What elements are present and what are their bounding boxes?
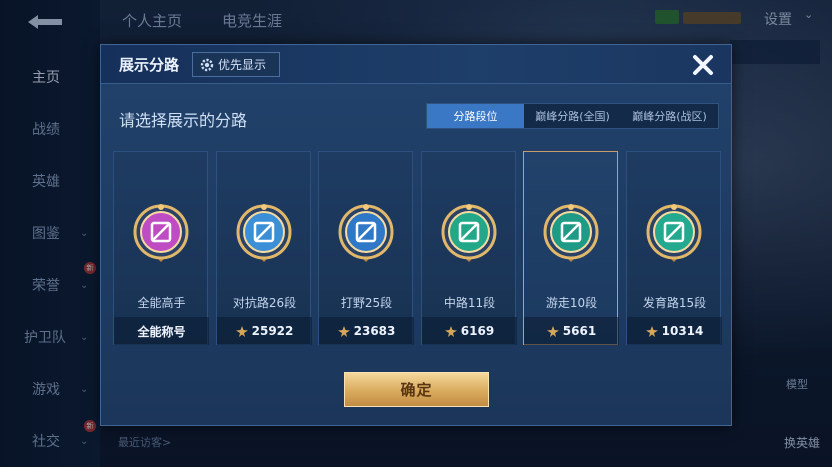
gear-icon xyxy=(200,58,214,71)
lane-card[interactable]: 对抗路26段 25922 xyxy=(216,151,312,345)
lane-role-label: 发育路15段 xyxy=(642,296,707,310)
farm-lane-emblem-icon xyxy=(646,204,702,262)
lane-stat-row: 23683 xyxy=(319,317,414,345)
lane-score: 25922 xyxy=(251,324,294,338)
roam-emblem-icon xyxy=(543,204,599,262)
lane-stat-row: 25922 xyxy=(217,317,312,345)
dialog-prompt: 请选择展示的分路 xyxy=(119,111,248,130)
lane-card[interactable]: 发育路15段 10314 xyxy=(626,151,722,345)
rank-score-icon xyxy=(337,325,350,337)
rank-score-icon xyxy=(645,325,658,337)
lane-source-tabs: 分路段位 巅峰分路(全国) 巅峰分路(战区) xyxy=(426,103,719,129)
lane-role-label: 打野25段 xyxy=(340,296,393,310)
tab-peak-national[interactable]: 巅峰分路(全国) xyxy=(524,104,621,128)
lane-stat-row: 全能称号 xyxy=(114,317,209,345)
lane-score: 10314 xyxy=(661,324,704,338)
lane-stat-row: 6169 xyxy=(422,317,517,345)
mid-lane-emblem-icon xyxy=(441,204,497,262)
lane-card[interactable]: 游走10段 5661 xyxy=(523,151,619,345)
rank-score-icon xyxy=(546,325,559,337)
lane-stat-row: 10314 xyxy=(627,317,722,345)
dialog-header: 展示分路 优先显示 xyxy=(101,45,731,84)
lane-score: 23683 xyxy=(353,324,396,338)
lane-role-label: 对抗路26段 xyxy=(232,296,297,310)
priority-display-label: 优先显示 xyxy=(218,58,267,72)
lane-role-label: 全能高手 xyxy=(137,296,186,310)
lane-display-dialog: 展示分路 优先显示 请选择展示的分路 分路段位 巅峰分路(全国) 巅峰分路(战区… xyxy=(100,44,732,426)
lane-score: 5661 xyxy=(562,324,597,338)
dialog-title: 展示分路 xyxy=(119,56,180,74)
lane-role-label: 游走10段 xyxy=(545,296,598,310)
jungle-emblem-icon xyxy=(338,204,394,262)
lane-card[interactable]: 全能高手 全能称号 xyxy=(113,151,209,345)
tab-lane-rank[interactable]: 分路段位 xyxy=(427,104,524,128)
versatile-emblem-icon xyxy=(133,204,189,262)
clash-lane-emblem-icon xyxy=(236,204,292,262)
priority-display-button[interactable]: 优先显示 xyxy=(192,52,280,77)
lane-stat-row: 5661 xyxy=(524,317,619,345)
tab-peak-region[interactable]: 巅峰分路(战区) xyxy=(621,104,718,128)
rank-score-icon xyxy=(235,325,248,337)
close-icon[interactable] xyxy=(689,51,717,79)
confirm-button[interactable]: 确定 xyxy=(344,372,489,407)
lane-score: 6169 xyxy=(460,324,495,338)
lane-role-label: 中路11段 xyxy=(443,296,496,310)
lane-card[interactable]: 中路11段 6169 xyxy=(421,151,517,345)
rank-score-icon xyxy=(444,325,457,337)
lane-card[interactable]: 打野25段 23683 xyxy=(318,151,414,345)
lane-title-value: 全能称号 xyxy=(137,324,186,339)
